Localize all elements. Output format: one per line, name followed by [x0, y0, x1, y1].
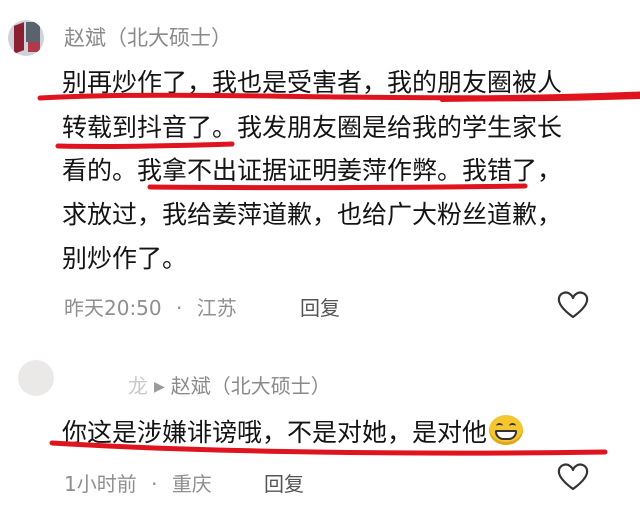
- reply-button[interactable]: 回复: [300, 292, 340, 321]
- heart-outline-icon[interactable]: [556, 290, 590, 320]
- comment-text-line: 看的。我拿不出证据证明姜萍作弊。我错了，: [62, 156, 563, 185]
- underline-stroke: [147, 183, 528, 191]
- reply-text-content: 你这是涉嫌诽谤哦，不是对她，是对他: [62, 418, 488, 447]
- grinning-face-icon: [489, 415, 524, 445]
- reply-header[interactable]: 龙 ▶ 赵斌（北大硕士）: [128, 370, 331, 399]
- meta-separator: ·: [151, 472, 158, 496]
- commenter-avatar[interactable]: [8, 20, 44, 56]
- reply-location: 重庆: [171, 472, 212, 496]
- reply-arrow-icon: ▶: [154, 379, 165, 395]
- commenter-name[interactable]: 赵斌（北大硕士）: [64, 22, 232, 52]
- comment-text-line: 别再炒作了，我也是受害者，我的朋友圈被人: [62, 68, 563, 97]
- comment-meta: 昨天20:50 · 江苏: [64, 292, 237, 321]
- reply-button[interactable]: 回复: [264, 468, 304, 497]
- reply-text: 你这是涉嫌诽谤哦，不是对她，是对他: [62, 415, 524, 447]
- meta-separator: ·: [176, 296, 183, 320]
- comment-text-line: 转载到抖音了。我发朋友圈是给我的学生家长: [62, 113, 563, 142]
- reply-time: 1小时前: [64, 472, 137, 496]
- comment-location: 江苏: [196, 296, 237, 320]
- reply-avatar[interactable]: [18, 360, 54, 396]
- reply-to-name[interactable]: 赵斌（北大硕士）: [171, 374, 331, 398]
- reply-meta: 1小时前 · 重庆: [64, 468, 212, 497]
- comment-time: 昨天20:50: [64, 296, 162, 320]
- reply-author[interactable]: 龙: [128, 374, 148, 398]
- heart-outline-icon[interactable]: [556, 462, 590, 492]
- comment-text-line: 别炒作了。: [62, 244, 188, 273]
- comment-text-line: 求放过，我给姜萍道歉，也给广大粉丝道歉，: [62, 200, 563, 229]
- underline-stroke: [55, 141, 235, 149]
- underline-stroke: [440, 95, 640, 102]
